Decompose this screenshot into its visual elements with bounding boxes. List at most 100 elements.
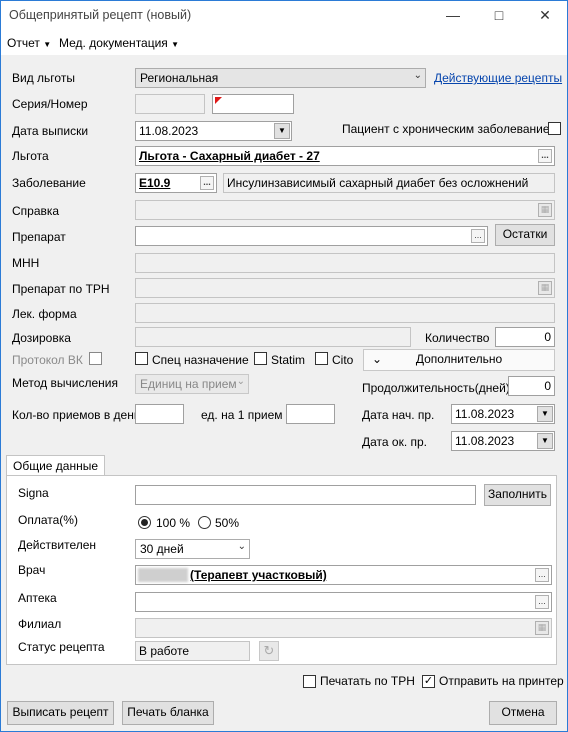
payment-100-radio[interactable] [138,516,151,529]
end-date-label: Дата ок. пр. [362,435,428,449]
menu-med-docs[interactable]: Мед. документация ▼ [59,36,179,50]
dosage-form-label: Лек. форма [12,307,77,321]
browse-icon[interactable]: ... [538,149,552,163]
disease-label: Заболевание [12,176,86,190]
units-per-dose-label: ед. на 1 прием [201,408,283,422]
pharmacy-label: Аптека [18,591,57,605]
duration-input[interactable]: 0 [508,376,555,396]
window-title: Общепринятый рецепт (новый) [9,8,192,22]
browse-icon[interactable]: ... [200,176,214,190]
chevron-down-icon: ⌄ [372,352,383,366]
chevron-down-icon: ⌄ [413,70,422,81]
disease-code-value: E10.9 [139,176,171,190]
menu-report[interactable]: Отчет ▼ [7,36,51,50]
benefit-label: Льгота [12,149,49,163]
drug-label: Препарат [12,230,66,244]
title-bar: Общепринятый рецепт (новый) — □ ✕ [1,1,567,31]
calc-method-select[interactable]: Единиц на прием ⌄ [135,374,249,394]
start-date-value: 11.08.2023 [455,407,515,421]
disease-name-value: Инсулинзависимый сахарный диабет без осл… [227,176,529,190]
cito-checkbox[interactable] [315,352,328,365]
issue-date-value: 11.08.2023 [139,124,199,138]
doses-per-day-input[interactable] [135,404,184,424]
status-field: В работе [135,641,250,661]
branch-field: ▦ [135,618,552,638]
signa-input[interactable] [135,485,476,505]
calendar-dropdown-icon[interactable]: ▼ [537,406,553,422]
series-label: Серия/Номер [12,97,88,111]
issue-recipe-button[interactable]: Выписать рецепт [7,701,114,725]
prescription-window: Общепринятый рецепт (новый) — □ ✕ Отчет … [0,0,568,732]
chronic-checkbox[interactable] [548,122,561,135]
payment-50-radio[interactable] [198,516,211,529]
quantity-input[interactable]: 0 [495,327,555,347]
vk-protocol-label: Протокол ВК [12,353,83,367]
drug-field[interactable]: ... [135,226,488,246]
browse-icon[interactable]: ... [535,595,549,609]
end-date-value: 11.08.2023 [455,434,515,448]
calendar-dropdown-icon[interactable]: ▼ [537,433,553,449]
benefit-field[interactable]: Льгота - Сахарный диабет - 27 ... [135,146,555,166]
browse-icon: ▦ [535,621,549,635]
status-value: В работе [139,644,190,658]
valid-label: Действителен [18,538,97,552]
vk-protocol-checkbox[interactable] [89,352,102,365]
duration-label: Продолжительность(дней) [362,381,510,395]
stock-button[interactable]: Остатки [495,224,555,246]
send-printer-checkbox[interactable]: ✓ [422,675,435,688]
quantity-label: Количество [425,331,490,345]
required-marker-icon [215,97,222,104]
start-date-label: Дата нач. пр. [362,408,435,422]
special-checkbox[interactable] [135,352,148,365]
valid-select[interactable]: 30 дней ⌄ [135,539,250,559]
issue-date-picker[interactable]: 11.08.2023 ▼ [135,121,292,141]
browse-icon: ▦ [538,203,552,217]
fill-button[interactable]: Заполнить [484,484,551,506]
dosage-form-field [135,303,555,323]
statim-label: Statim [271,353,306,367]
start-date-picker[interactable]: 11.08.2023 ▼ [451,404,555,424]
browse-icon[interactable]: ... [535,568,549,582]
trn-drug-label: Препарат по ТРН [12,282,110,296]
disease-name-field: Инсулинзависимый сахарный диабет без осл… [223,173,555,193]
chronic-label: Пациент с хроническим заболеванием [342,122,558,136]
tab-general[interactable]: Общие данные [6,455,106,476]
signa-label: Signa [18,486,49,500]
check-icon: ✓ [423,675,434,687]
minimize-icon[interactable]: — [442,5,464,25]
inn-label: МНН [12,256,40,270]
valid-value: 30 дней [140,542,184,556]
statim-checkbox[interactable] [254,352,267,365]
benefit-value: Льгота - Сахарный диабет - 27 [139,149,320,163]
issue-date-label: Дата выписки [12,124,89,138]
chevron-down-icon: ⌄ [236,376,245,387]
chevron-down-icon: ▼ [43,40,52,49]
units-per-dose-input[interactable] [286,404,335,424]
print-trn-label: Печатать по ТРН [320,674,415,688]
more-button[interactable]: ⌄ Дополнительно [363,349,555,371]
chevron-down-icon: ▼ [171,40,180,49]
branch-label: Филиал [18,617,62,631]
print-trn-checkbox[interactable] [303,675,316,688]
cancel-button[interactable]: Отмена [489,701,557,725]
close-icon[interactable]: ✕ [534,5,556,25]
end-date-picker[interactable]: 11.08.2023 ▼ [451,431,555,451]
benefit-type-label: Вид льготы [12,71,75,85]
dosage-field [135,327,411,347]
disease-code-field[interactable]: E10.9 ... [135,173,217,193]
series-input[interactable] [135,94,205,114]
calendar-dropdown-icon[interactable]: ▼ [274,123,290,139]
refresh-icon[interactable]: ↻ [259,641,279,661]
menu-bar: Отчет ▼ Мед. документация ▼ [1,31,567,55]
benefit-type-select[interactable]: Региональная ⌄ [135,68,426,88]
browse-icon[interactable]: ... [471,229,485,243]
trn-drug-field: ▦ [135,278,555,298]
print-form-button[interactable]: Печать бланка [122,701,214,725]
maximize-icon[interactable]: □ [488,5,510,25]
doctor-field[interactable]: (Терапевт участковый) ... [135,565,552,585]
active-recipes-link[interactable]: Действующие рецепты [434,71,562,85]
number-input[interactable] [212,94,294,114]
pharmacy-field[interactable]: ... [135,592,552,612]
certificate-field: ▦ [135,200,555,220]
payment-label: Оплата(%) [18,513,78,527]
